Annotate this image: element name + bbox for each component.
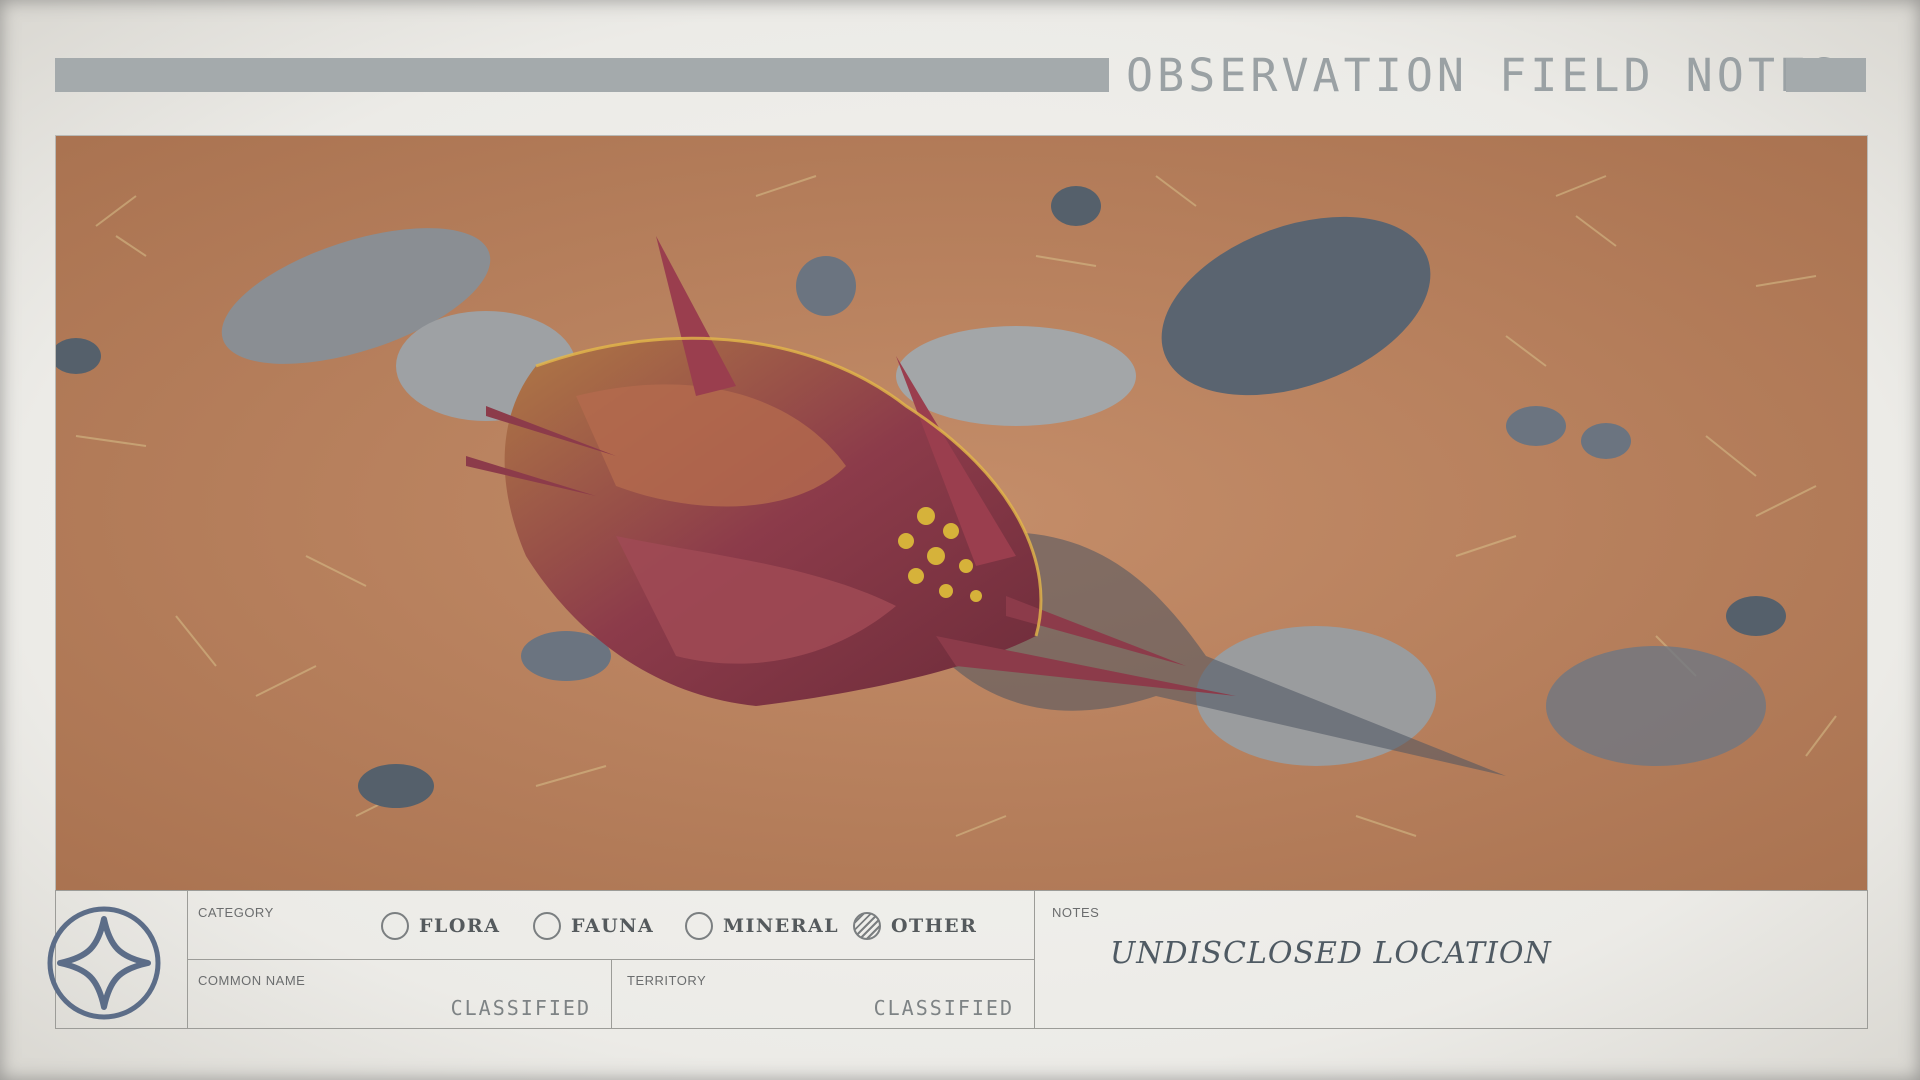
category-option-flora[interactable]: FLORA	[381, 911, 500, 941]
field-notes-card: OBSERVATION FIELD NOTES CATEGORY FLORA F…	[0, 0, 1920, 1080]
common-name-label: COMMON NAME	[198, 973, 306, 988]
flora-radio[interactable]	[381, 912, 409, 940]
observation-photo	[55, 135, 1868, 891]
logo-cell	[47, 891, 188, 1028]
notes-value: UNDISCLOSED LOCATION	[1110, 936, 1552, 971]
mineral-radio[interactable]	[685, 912, 713, 940]
page-title: OBSERVATION FIELD NOTES	[1126, 49, 1842, 102]
mineral-label: MINERAL	[723, 915, 840, 937]
four-point-star-emblem-icon	[47, 906, 161, 1020]
flora-label: FLORA	[419, 915, 501, 937]
common-name-field: COMMON NAME CLASSIFIED	[188, 960, 612, 1028]
common-name-value: CLASSIFIED	[450, 996, 591, 1020]
category-label: CATEGORY	[198, 905, 274, 920]
category-option-mineral[interactable]: MINERAL	[685, 911, 839, 941]
creature-scene	[56, 136, 1867, 890]
other-label: OTHER	[891, 915, 978, 937]
fauna-radio[interactable]	[533, 912, 561, 940]
fauna-label: FAUNA	[571, 915, 655, 937]
category-option-fauna[interactable]: FAUNA	[533, 911, 654, 941]
category-option-other[interactable]: OTHER	[853, 911, 977, 941]
territory-label: TERRITORY	[627, 973, 707, 988]
field-notes-form: CATEGORY FLORA FAUNA MINERAL OTHER COMMO…	[47, 890, 1868, 1029]
notes-field: NOTES UNDISCLOSED LOCATION	[1035, 891, 1867, 1028]
territory-field: TERRITORY CLASSIFIED	[612, 960, 1035, 1028]
territory-value: CLASSIFIED	[873, 996, 1014, 1020]
notes-label: NOTES	[1052, 905, 1100, 920]
other-radio-selected[interactable]	[853, 912, 881, 940]
header-bar-right	[1786, 58, 1866, 92]
category-field: CATEGORY FLORA FAUNA MINERAL OTHER	[188, 891, 1035, 960]
header-bar-left	[55, 58, 1109, 92]
